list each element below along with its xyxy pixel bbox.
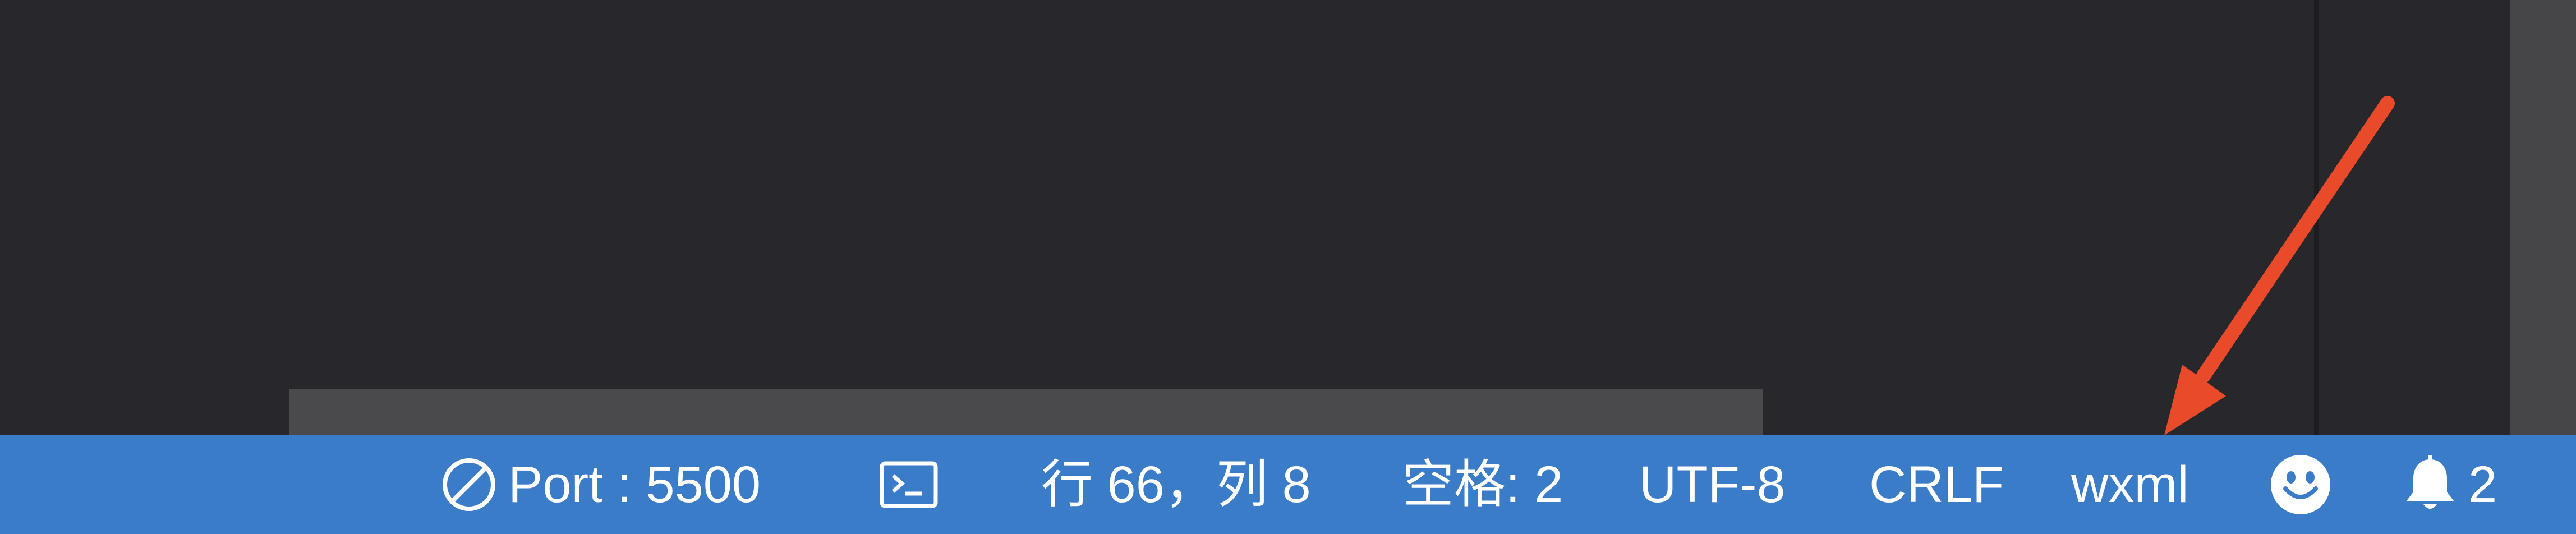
- port-label: Port : 5500: [508, 456, 761, 513]
- language-mode-item[interactable]: wxml: [2071, 435, 2189, 534]
- cursor-position-label: 行 66，列 8: [1041, 456, 1311, 513]
- bell-icon: [2402, 455, 2458, 514]
- encoding-item[interactable]: UTF-8: [1639, 435, 1786, 534]
- line-ending-item[interactable]: CRLF: [1869, 435, 2004, 534]
- vscode-window: Port : 5500 行 66，列 8 空格: 2 UTF-8 CRLF wx…: [0, 0, 2576, 534]
- editor-area[interactable]: [0, 0, 2576, 435]
- cursor-position-item[interactable]: 行 66，列 8: [1041, 435, 1311, 534]
- toggle-terminal-button[interactable]: [880, 435, 938, 534]
- vertical-scrollbar[interactable]: [2510, 0, 2576, 435]
- minimap-divider: [2314, 0, 2319, 435]
- feedback-button[interactable]: [2270, 435, 2331, 534]
- notifications-button[interactable]: 2: [2402, 435, 2497, 534]
- language-mode-label: wxml: [2071, 456, 2189, 513]
- no-entry-icon: [441, 457, 497, 513]
- indentation-label: 空格: 2: [1402, 456, 1563, 513]
- status-bar: Port : 5500 行 66，列 8 空格: 2 UTF-8 CRLF wx…: [0, 435, 2576, 534]
- line-ending-label: CRLF: [1869, 456, 2004, 513]
- encoding-label: UTF-8: [1639, 456, 1786, 513]
- smiley-icon: [2270, 454, 2331, 515]
- horizontal-scrollbar[interactable]: [289, 389, 1763, 435]
- terminal-icon: [880, 461, 938, 508]
- indentation-item[interactable]: 空格: 2: [1402, 435, 1563, 534]
- live-server-port-item[interactable]: Port : 5500: [441, 435, 761, 534]
- notification-count: 2: [2468, 456, 2497, 513]
